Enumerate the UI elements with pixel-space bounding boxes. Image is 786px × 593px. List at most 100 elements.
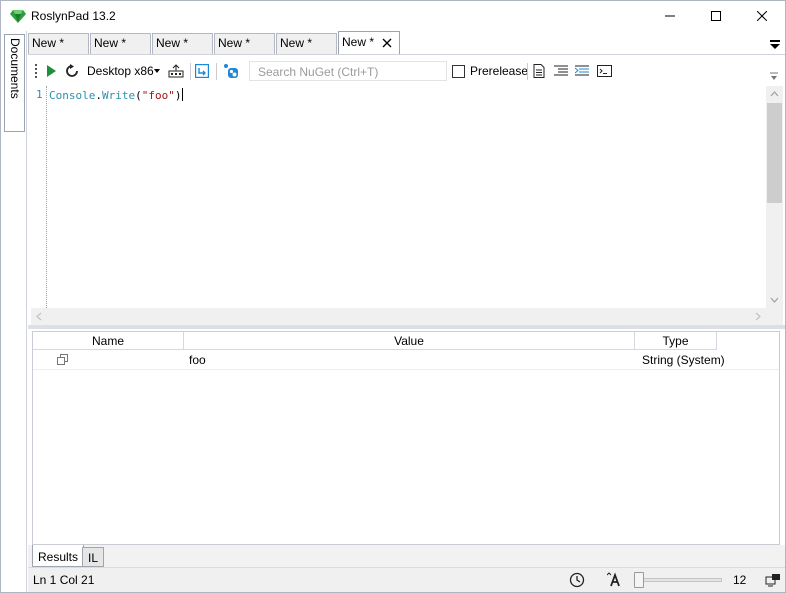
pane-splitter[interactable] — [28, 325, 785, 329]
comment-lines-icon — [554, 65, 568, 76]
results-grid: Name Value Type foo String (System) — [32, 331, 780, 545]
column-label: Name — [91, 334, 124, 348]
tab-label: Results — [38, 550, 79, 564]
column-header-name[interactable]: Name — [33, 332, 184, 350]
tab-label: New * — [94, 36, 127, 50]
code-open-paren: ( — [135, 89, 142, 102]
tab-new-active[interactable]: New * — [338, 31, 400, 54]
output-tabs: Results IL — [28, 545, 785, 567]
tab-overflow-icon[interactable] — [770, 39, 780, 49]
copy-icon[interactable] — [57, 354, 68, 365]
run-button[interactable] — [43, 63, 59, 79]
nuget-search-input[interactable]: Search NuGet (Ctrl+T) — [249, 61, 447, 81]
scroll-up-icon[interactable] — [766, 86, 783, 103]
maximize-button[interactable] — [693, 1, 739, 31]
tab-il[interactable]: IL — [82, 547, 105, 567]
code-close-paren: ) — [174, 89, 182, 102]
code-identifier: Console — [49, 89, 96, 102]
tab-results[interactable]: Results — [32, 545, 85, 567]
row-type: String (System) — [642, 353, 725, 367]
code-editor[interactable]: 1 Console.Write("foo") — [31, 86, 783, 325]
terminal-icon — [596, 65, 612, 77]
text-cursor — [182, 88, 184, 101]
cursor-position: Ln 1 Col 21 — [33, 573, 95, 587]
window-title: RoslynPad 13.2 — [31, 9, 116, 23]
scroll-down-icon[interactable] — [766, 291, 783, 308]
feedback-icon[interactable] — [765, 572, 781, 588]
scroll-right-icon[interactable] — [749, 308, 766, 325]
chevron-down-icon[interactable] — [154, 69, 160, 73]
minimize-icon — [665, 15, 675, 17]
line-number: 1 — [36, 88, 43, 101]
terminal-button[interactable] — [596, 63, 612, 79]
line-number-gutter: 1 — [31, 86, 47, 308]
tab-label: IL — [88, 551, 99, 565]
clock-icon[interactable] — [569, 572, 585, 588]
document-tabs: New * New * New * New * New * New * — [28, 31, 785, 54]
prerelease-checkbox[interactable] — [452, 65, 465, 78]
save-button[interactable] — [194, 63, 210, 79]
tab-new-1[interactable]: New * — [28, 33, 89, 54]
toolbar-overflow-icon[interactable] — [770, 63, 778, 81]
column-label: Value — [394, 334, 424, 348]
play-icon — [47, 65, 56, 77]
documents-strip: Documents — [2, 31, 27, 592]
toolbar-separator — [190, 63, 191, 80]
toolbar-grip-icon — [35, 64, 37, 78]
code-method: Write — [101, 89, 136, 102]
code-line[interactable]: Console.Write("foo") — [49, 88, 184, 102]
toolbar-separator — [527, 63, 528, 80]
maximize-icon — [711, 11, 721, 21]
code-string: "foo" — [141, 89, 175, 102]
uncomment-button[interactable] — [574, 63, 590, 79]
format-document-button[interactable] — [531, 63, 547, 79]
tab-label: New * — [280, 36, 313, 50]
documents-tab[interactable]: Documents — [4, 34, 25, 132]
platform-selector[interactable]: Desktop x86 — [87, 64, 154, 78]
table-row[interactable]: foo String (System) — [33, 350, 779, 370]
comment-button[interactable] — [553, 63, 569, 79]
close-window-button[interactable] — [739, 1, 785, 31]
search-placeholder: Search NuGet (Ctrl+T) — [258, 65, 379, 79]
restart-button[interactable] — [64, 63, 80, 79]
minimize-button[interactable] — [647, 1, 693, 31]
zoom-slider-thumb[interactable] — [634, 572, 644, 588]
tab-label: New * — [342, 35, 375, 49]
zoom-slider-track[interactable] — [634, 578, 722, 582]
zoom-level: 12 — [733, 573, 747, 587]
tab-label: New * — [218, 36, 251, 50]
tab-new-2[interactable]: New * — [90, 33, 151, 54]
tab-new-3[interactable]: New * — [152, 33, 213, 54]
package-restore-icon — [168, 64, 184, 78]
save-icon — [195, 64, 209, 78]
editor-horizontal-scrollbar[interactable] — [31, 308, 780, 325]
scrollbar-corner — [766, 308, 783, 325]
nuget-restore-button[interactable] — [168, 63, 184, 79]
editor-vertical-scrollbar[interactable] — [766, 86, 783, 308]
tab-new-4[interactable]: New * — [214, 33, 275, 54]
restart-icon — [66, 64, 78, 77]
column-header-type[interactable]: Type — [635, 332, 717, 350]
tab-new-5[interactable]: New * — [276, 33, 337, 54]
nuget-button[interactable] — [223, 63, 239, 79]
code-dot: . — [95, 89, 102, 102]
close-tab-icon[interactable] — [381, 37, 393, 49]
column-label: Type — [662, 334, 689, 348]
scroll-left-icon[interactable] — [31, 308, 48, 325]
nuget-icon — [224, 64, 238, 78]
column-header-value[interactable]: Value — [184, 332, 635, 350]
documents-label: Documents — [8, 38, 22, 99]
app-window: RoslynPad 13.2 Documents New * New * New… — [0, 0, 786, 593]
font-size-icon — [607, 572, 620, 587]
title-bar: RoslynPad 13.2 — [1, 1, 785, 31]
status-bar: Ln 1 Col 21 12 — [28, 567, 785, 592]
tab-label: New * — [32, 36, 65, 50]
uncomment-lines-icon — [575, 65, 589, 76]
prerelease-label: Prerelease — [470, 64, 529, 78]
document-icon — [533, 64, 545, 78]
scroll-thumb[interactable] — [767, 103, 782, 203]
row-value: foo — [189, 353, 206, 367]
toolbar-separator — [216, 63, 217, 80]
roslynpad-gem-icon — [10, 10, 26, 23]
close-icon — [757, 11, 767, 21]
